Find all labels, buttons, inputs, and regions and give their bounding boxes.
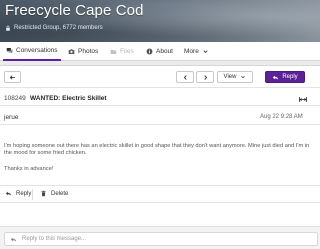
delete-action[interactable]: Delete	[40, 190, 68, 197]
subject-row: 108249 WANTED: Electric Skillet	[0, 93, 320, 106]
tab-photos[interactable]: Photos	[68, 42, 98, 61]
tab-more[interactable]: More	[184, 42, 209, 61]
group-tab-bar: Conversations Photos Files About More	[0, 42, 320, 61]
arrow-left-icon	[9, 74, 15, 80]
tab-photos-label: Photos	[78, 48, 99, 55]
chevron-left-icon	[183, 74, 187, 80]
message-date: Aug 22 9:28 AM	[260, 114, 303, 120]
group-banner: Freecycle Cape Cod Restricted Group, 677…	[0, 0, 320, 42]
group-meta-text: Restricted Group, 6772 members	[14, 25, 103, 31]
reply-button-label: Reply	[282, 74, 298, 80]
message-toolbar: View Reply	[0, 66, 320, 88]
tab-about-label: About	[156, 48, 173, 55]
reply-action[interactable]: Reply	[5, 190, 31, 197]
folder-icon	[110, 49, 117, 54]
tab-about[interactable]: About	[146, 42, 173, 61]
message-author[interactable]: jerue	[4, 114, 18, 121]
next-message-button[interactable]	[196, 71, 214, 83]
chevron-down-icon	[203, 50, 208, 54]
tab-files-label: Files	[120, 48, 134, 55]
camera-icon	[68, 49, 75, 54]
reply-button[interactable]: Reply	[265, 71, 305, 83]
view-dropdown-label: View	[223, 74, 237, 80]
tab-conversations[interactable]: Conversations	[3, 42, 61, 61]
delete-action-label: Delete	[51, 190, 69, 197]
expand-icon[interactable]	[299, 96, 307, 103]
tab-more-label: More	[184, 48, 199, 55]
action-divider	[32, 189, 33, 200]
reply-icon	[5, 191, 12, 196]
chevron-down-icon	[241, 76, 246, 79]
info-icon	[146, 48, 153, 55]
reply-input[interactable]: Reply to this message...	[4, 232, 318, 246]
group-title[interactable]: Freecycle Cape Cod	[5, 2, 144, 19]
message-body: I'm hoping someone out there has an elec…	[4, 143, 310, 156]
view-dropdown[interactable]: View	[217, 71, 253, 83]
message-subject: WANTED: Electric Skillet	[30, 95, 107, 102]
author-row: jerue Aug 22 9:28 AM	[0, 113, 320, 125]
group-meta: Restricted Group, 6772 members	[5, 25, 103, 31]
message-actions: Reply Delete	[0, 185, 320, 203]
tab-files: Files	[110, 42, 134, 61]
tab-conversations-label: Conversations	[16, 47, 58, 54]
trash-icon	[41, 190, 46, 197]
reply-icon	[10, 237, 17, 242]
reply-composer: Reply to this message...	[0, 226, 320, 249]
prev-message-button[interactable]	[176, 71, 194, 83]
message-signoff: Thanks in advance!	[4, 166, 54, 172]
reply-input-placeholder: Reply to this message...	[22, 236, 87, 242]
message-number: 108249	[4, 95, 26, 102]
back-button[interactable]	[4, 71, 21, 83]
chat-icon	[6, 48, 13, 54]
message-panel: View Reply 108249 WANTED: Electric Skill…	[0, 65, 320, 249]
lock-icon	[6, 25, 10, 31]
chevron-right-icon	[203, 74, 207, 80]
reply-icon	[273, 75, 279, 80]
reply-action-label: Reply	[16, 190, 32, 197]
